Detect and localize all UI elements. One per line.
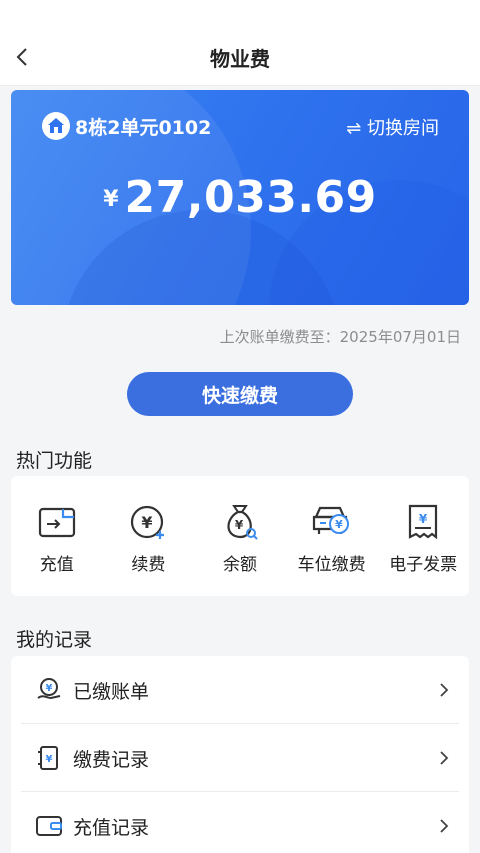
svg-text:¥: ¥ <box>46 683 53 694</box>
svg-text:¥: ¥ <box>235 518 244 532</box>
func-e-invoice-label: 电子发票 <box>389 555 458 575</box>
money-bag-icon: ¥ <box>219 502 261 542</box>
func-balance-label: 余额 <box>222 555 257 575</box>
func-parking-fee[interactable]: ¥ 车位缴费 <box>286 476 378 596</box>
currency-symbol: ¥ <box>103 187 119 212</box>
record-recharges-label: 充值记录 <box>73 816 150 839</box>
chevron-right-icon <box>439 814 451 838</box>
header: 物业费 <box>0 0 480 86</box>
func-parking-fee-label: 车位缴费 <box>297 555 366 575</box>
func-balance[interactable]: ¥ 余额 <box>194 476 286 596</box>
balance-display: ¥27,033.69 <box>11 172 469 223</box>
record-paid-bills-label: 已缴账单 <box>73 680 150 703</box>
recharge-record-icon <box>35 812 63 840</box>
func-recharge-label: 充值 <box>39 555 74 575</box>
last-payment-date: 上次账单缴费至：2025年07月01日 <box>219 328 461 346</box>
car-fee-icon: ¥ <box>311 502 353 542</box>
account-card: 8栋2单元0102 ⇌ 切换房间 ¥27,033.69 <box>11 90 469 305</box>
switch-room-label: ⇌ 切换房间 <box>346 118 439 139</box>
renew-coin-icon: ¥ <box>127 502 169 542</box>
hot-functions-panel: 充值 ¥ 续费 ¥ 余额 ¥ 车位缴费 ¥ 电子发票 <box>11 476 469 596</box>
record-payments[interactable]: ¥ 缴费记录 <box>11 724 469 792</box>
invoice-icon: ¥ <box>402 502 444 542</box>
records-panel: ¥ 已缴账单 ¥ 缴费记录 充值记录 <box>11 656 469 853</box>
hot-functions-title: 热门功能 <box>16 450 93 472</box>
payment-record-icon: ¥ <box>35 744 63 772</box>
record-payments-label: 缴费记录 <box>73 748 150 771</box>
func-renew[interactable]: ¥ 续费 <box>103 476 195 596</box>
room-label: 8栋2单元0102 <box>75 117 212 139</box>
svg-text:¥: ¥ <box>335 518 343 531</box>
func-renew-label: 续费 <box>131 555 166 575</box>
page-title: 物业费 <box>210 47 270 71</box>
records-title: 我的记录 <box>16 629 93 651</box>
paid-bill-icon: ¥ <box>35 676 63 704</box>
chevron-right-icon <box>439 678 451 702</box>
svg-text:¥: ¥ <box>142 513 153 532</box>
balance-amount: 27,033.69 <box>124 172 377 223</box>
record-recharges[interactable]: 充值记录 <box>11 792 469 853</box>
switch-room-button[interactable]: ⇌ 切换房间 <box>346 114 439 140</box>
func-recharge[interactable]: 充值 <box>11 476 103 596</box>
quick-pay-button[interactable]: 快速缴费 <box>127 372 353 416</box>
svg-text:¥: ¥ <box>419 512 428 526</box>
chevron-right-icon <box>439 746 451 770</box>
svg-text:¥: ¥ <box>46 754 53 765</box>
wallet-icon <box>36 502 78 542</box>
func-e-invoice[interactable]: ¥ 电子发票 <box>377 476 469 596</box>
house-icon <box>42 112 70 140</box>
record-paid-bills[interactable]: ¥ 已缴账单 <box>11 656 469 724</box>
